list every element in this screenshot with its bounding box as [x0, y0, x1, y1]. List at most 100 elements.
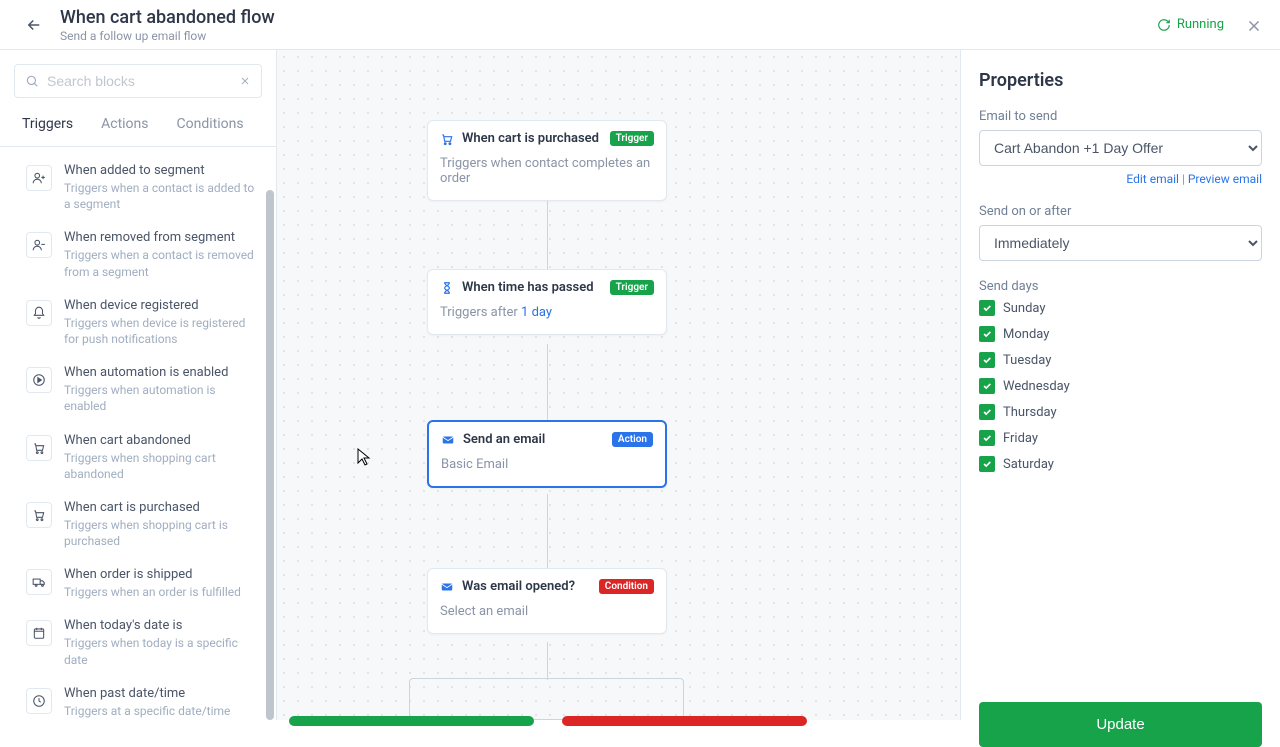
hourglass-blue-icon	[440, 281, 454, 295]
day-checkbox-row[interactable]: Tuesday	[979, 352, 1262, 368]
page-subtitle: Send a follow up email flow	[60, 29, 1157, 43]
flow-canvas[interactable]: When cart is purchased Trigger Triggers …	[277, 50, 960, 720]
clock-icon	[26, 688, 52, 714]
block-desc: Triggers when device is registered for p…	[64, 315, 256, 347]
user-minus-icon	[26, 232, 52, 258]
checkbox-icon[interactable]	[979, 378, 995, 394]
node-title: When time has passed	[462, 280, 602, 295]
connector	[547, 494, 548, 571]
block-title: When removed from segment	[64, 230, 256, 245]
refresh-icon	[1157, 18, 1171, 32]
branch-container	[409, 678, 684, 720]
day-checkbox-row[interactable]: Saturday	[979, 456, 1262, 472]
block-desc: Triggers when a contact is added to a se…	[64, 180, 256, 212]
flow-node-condition[interactable]: Was email opened? Condition Select an em…	[427, 568, 667, 634]
block-desc: Triggers when a contact is removed from …	[64, 247, 256, 279]
flow-node-trigger[interactable]: When time has passed Trigger Triggers af…	[427, 269, 667, 335]
branch-no[interactable]	[562, 716, 807, 726]
mail-icon	[440, 580, 454, 594]
block-desc: Triggers when an order is fulfilled	[64, 584, 241, 600]
node-title: Was email opened?	[462, 579, 591, 594]
block-title: When order is shipped	[64, 567, 241, 582]
tab-actions[interactable]: Actions	[101, 116, 148, 138]
day-label: Thursday	[1003, 405, 1057, 420]
block-title: When cart abandoned	[64, 433, 256, 448]
flow-node-action[interactable]: Send an email Action Basic Email	[427, 420, 667, 488]
node-badge: Action	[612, 432, 653, 447]
back-button[interactable]	[20, 11, 48, 39]
connector	[547, 193, 548, 272]
node-badge: Trigger	[610, 280, 654, 295]
day-checkbox-row[interactable]: Sunday	[979, 300, 1262, 316]
block-item[interactable]: When automation is enabled Triggers when…	[0, 355, 276, 422]
connector	[547, 642, 548, 680]
block-title: When past date/time	[64, 686, 230, 701]
calendar-icon	[26, 620, 52, 646]
block-item[interactable]: When added to segment Triggers when a co…	[0, 153, 276, 220]
day-checkbox-row[interactable]: Monday	[979, 326, 1262, 342]
day-checkbox-row[interactable]: Friday	[979, 430, 1262, 446]
branch-yes[interactable]	[289, 716, 534, 726]
block-item[interactable]: When cart abandoned Triggers when shoppi…	[0, 423, 276, 490]
block-title: When added to segment	[64, 163, 256, 178]
node-body: Triggers when contact completes an order	[428, 150, 666, 200]
status-badge: Running	[1157, 17, 1224, 32]
block-item[interactable]: When past date/time Triggers at a specif…	[0, 676, 276, 720]
play-icon	[26, 367, 52, 393]
checkbox-icon[interactable]	[979, 352, 995, 368]
block-desc: Triggers when shopping cart is purchased	[64, 517, 256, 549]
scrollbar[interactable]	[266, 190, 274, 720]
block-item[interactable]: When removed from segment Triggers when …	[0, 220, 276, 287]
page-title: When cart abandoned flow	[60, 7, 1157, 28]
block-desc: Triggers when shopping cart abandoned	[64, 450, 256, 482]
block-desc: Triggers at a specific date/time	[64, 703, 230, 719]
checkbox-icon[interactable]	[979, 326, 995, 342]
search-input[interactable]	[14, 64, 262, 98]
connector	[547, 344, 548, 423]
day-label: Friday	[1003, 431, 1038, 446]
day-checkbox-row[interactable]: Thursday	[979, 404, 1262, 420]
block-item[interactable]: When order is shipped Triggers when an o…	[0, 557, 276, 608]
node-title: When cart is purchased	[462, 131, 602, 146]
block-title: When cart is purchased	[64, 500, 256, 515]
day-label: Tuesday	[1003, 353, 1051, 368]
day-label: Monday	[1003, 327, 1049, 342]
day-checkbox-row[interactable]: Wednesday	[979, 378, 1262, 394]
bell-icon	[26, 300, 52, 326]
truck-icon	[26, 569, 52, 595]
cart-icon	[26, 502, 52, 528]
node-title: Send an email	[463, 432, 604, 447]
checkbox-icon[interactable]	[979, 300, 995, 316]
block-item[interactable]: When today's date is Triggers when today…	[0, 608, 276, 675]
clear-icon[interactable]	[239, 75, 251, 87]
block-title: When automation is enabled	[64, 365, 256, 380]
block-item[interactable]: When device registered Triggers when dev…	[0, 288, 276, 355]
cart-icon	[26, 435, 52, 461]
email-label: Email to send	[979, 109, 1262, 124]
tab-conditions[interactable]: Conditions	[177, 116, 244, 138]
close-button[interactable]	[1242, 14, 1266, 38]
preview-email-link[interactable]: Preview email	[1188, 172, 1262, 186]
node-body: Select an email	[428, 598, 666, 633]
properties-panel: Properties Email to send Cart Abandon +1…	[960, 50, 1280, 720]
email-select[interactable]: Cart Abandon +1 Day Offer	[979, 130, 1262, 166]
tab-triggers[interactable]: Triggers	[22, 116, 73, 138]
checkbox-icon[interactable]	[979, 456, 995, 472]
checkbox-icon[interactable]	[979, 404, 995, 420]
send-on-select[interactable]: Immediately	[979, 225, 1262, 261]
mail-icon	[441, 433, 455, 447]
edit-email-link[interactable]: Edit email	[1126, 172, 1179, 186]
user-plus-icon	[26, 165, 52, 191]
search-icon	[25, 74, 39, 88]
send-days-label: Send days	[979, 279, 1262, 294]
node-badge: Trigger	[610, 131, 654, 146]
flow-node-trigger[interactable]: When cart is purchased Trigger Triggers …	[427, 120, 667, 201]
cart-blue-icon	[440, 132, 454, 146]
block-item[interactable]: When cart is purchased Triggers when sho…	[0, 490, 276, 557]
update-button[interactable]: Update	[979, 702, 1262, 747]
node-body: Triggers after 1 day	[428, 299, 666, 334]
block-title: When device registered	[64, 298, 256, 313]
send-on-label: Send on or after	[979, 204, 1262, 219]
block-desc: Triggers when automation is enabled	[64, 382, 256, 414]
checkbox-icon[interactable]	[979, 430, 995, 446]
